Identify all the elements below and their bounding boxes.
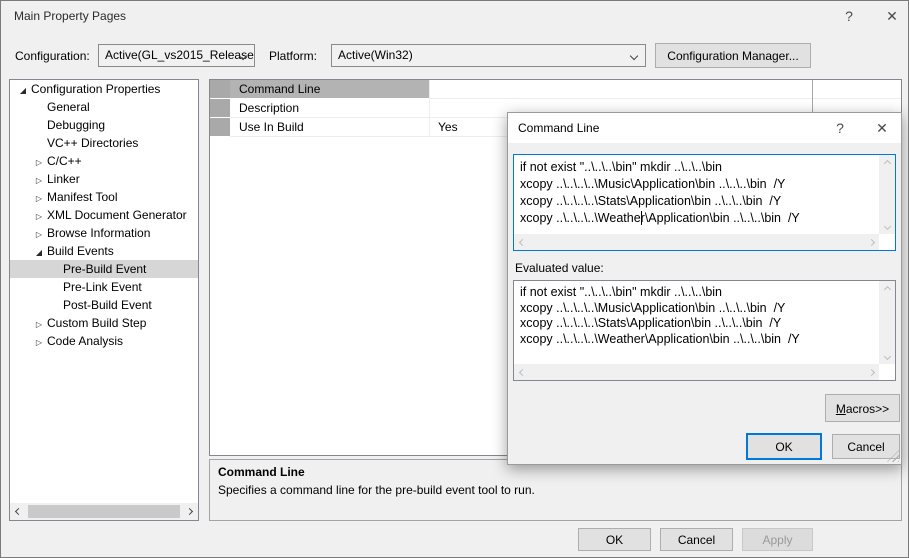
- dialog-title: Command Line: [518, 121, 599, 135]
- tree-item-browse-information[interactable]: ▷Browse Information: [10, 224, 198, 242]
- tree-horizontal-scrollbar[interactable]: [10, 503, 198, 520]
- configuration-label: Configuration:: [15, 49, 90, 63]
- scroll-left-icon[interactable]: [10, 503, 27, 520]
- platform-combobox-value: Active(Win32): [338, 48, 413, 62]
- description-panel: Command Line Specifies a command line fo…: [209, 459, 902, 521]
- text-caret: [641, 211, 642, 225]
- main-property-pages-window: Main Property Pages ? ✕ Configuration: A…: [0, 0, 909, 558]
- macros-button[interactable]: Macros>>: [825, 394, 900, 422]
- horizontal-scrollbar[interactable]: [514, 234, 879, 250]
- evaluated-value-box[interactable]: if not exist "..\..\..\bin" mkdir ..\..\…: [513, 280, 896, 381]
- close-icon[interactable]: ✕: [868, 117, 896, 139]
- apply-button[interactable]: Apply: [742, 528, 813, 551]
- scroll-right-icon[interactable]: [181, 503, 198, 520]
- scrollbar-thumb[interactable]: [28, 505, 180, 518]
- property-name: Description: [230, 99, 430, 118]
- tree-item-configuration-properties[interactable]: ◢Configuration Properties: [10, 80, 198, 98]
- scroll-left-icon[interactable]: [514, 234, 530, 250]
- tree-item-manifest-tool[interactable]: ▷Manifest Tool: [10, 188, 198, 206]
- tree-item-linker[interactable]: ▷Linker: [10, 170, 198, 188]
- row-indicator: [210, 99, 230, 118]
- description-title: Command Line: [218, 465, 893, 479]
- tree-item-pre-build-event[interactable]: Pre-Build Event: [10, 260, 198, 278]
- tree-item-custom-build-step[interactable]: ▷Custom Build Step: [10, 314, 198, 332]
- chevron-down-icon: [630, 52, 638, 60]
- property-row-command-line[interactable]: Command Line: [210, 80, 901, 99]
- tree-item-c-cpp[interactable]: ▷C/C++: [10, 152, 198, 170]
- scroll-left-icon[interactable]: [514, 364, 530, 380]
- dialog-ok-button[interactable]: OK: [746, 433, 822, 460]
- description-text: Specifies a command line for the pre-bui…: [218, 483, 893, 497]
- tree-item-code-analysis[interactable]: ▷Code Analysis: [10, 332, 198, 350]
- configuration-combobox[interactable]: Active(GL_vs2015_Release: [98, 44, 255, 67]
- command-line-dialog: Command Line ? ✕ if not exist "..\..\..\…: [507, 112, 902, 465]
- command-text-editor[interactable]: if not exist "..\..\..\bin" mkdir ..\..\…: [513, 154, 896, 251]
- horizontal-scrollbar[interactable]: [514, 364, 879, 380]
- property-name: Use In Build: [230, 118, 430, 137]
- tree-item-vcpp-directories[interactable]: VC++ Directories: [10, 134, 198, 152]
- command-text[interactable]: if not exist "..\..\..\bin" mkdir ..\..\…: [514, 155, 879, 234]
- ok-button[interactable]: OK: [578, 528, 651, 551]
- platform-label: Platform:: [269, 49, 317, 63]
- help-icon[interactable]: ?: [826, 117, 854, 139]
- tree-item-build-events[interactable]: ◢Build Events: [10, 242, 198, 260]
- cancel-button[interactable]: Cancel: [660, 528, 733, 551]
- configuration-manager-button[interactable]: Configuration Manager...: [655, 43, 811, 68]
- property-name: Command Line: [230, 80, 430, 99]
- vertical-scrollbar[interactable]: [879, 155, 895, 234]
- vertical-scrollbar[interactable]: [879, 281, 895, 364]
- property-value[interactable]: [430, 80, 901, 99]
- evaluated-text: if not exist "..\..\..\bin" mkdir ..\..\…: [514, 281, 879, 364]
- scroll-right-icon[interactable]: [863, 364, 879, 380]
- scroll-down-icon[interactable]: [879, 348, 895, 364]
- expand-icon[interactable]: ▷: [31, 334, 47, 352]
- dialog-cancel-button[interactable]: Cancel: [832, 434, 900, 459]
- scroll-up-icon[interactable]: [879, 155, 895, 171]
- row-indicator: [210, 80, 230, 99]
- platform-combobox[interactable]: Active(Win32): [331, 44, 646, 67]
- scroll-up-icon[interactable]: [879, 281, 895, 297]
- tree-item-post-build-event[interactable]: Post-Build Event: [10, 296, 198, 314]
- window-title: Main Property Pages: [14, 9, 126, 23]
- configuration-combobox-value: Active(GL_vs2015_Release: [105, 48, 254, 62]
- tree-item-general[interactable]: General: [10, 98, 198, 116]
- tree-item-pre-link-event[interactable]: Pre-Link Event: [10, 278, 198, 296]
- scroll-right-icon[interactable]: [863, 234, 879, 250]
- tree-item-debugging[interactable]: Debugging: [10, 116, 198, 134]
- evaluated-value-label: Evaluated value:: [515, 261, 604, 275]
- tree-item-xml-document-generator[interactable]: ▷XML Document Generator: [10, 206, 198, 224]
- scroll-down-icon[interactable]: [879, 218, 895, 234]
- row-indicator: [210, 118, 230, 137]
- window-titlebar: Main Property Pages ? ✕: [1, 1, 908, 33]
- close-icon[interactable]: ✕: [879, 5, 905, 27]
- help-icon[interactable]: ?: [836, 5, 862, 27]
- properties-tree: ◢Configuration Properties General Debugg…: [9, 79, 199, 521]
- dialog-titlebar: Command Line ? ✕: [508, 113, 901, 143]
